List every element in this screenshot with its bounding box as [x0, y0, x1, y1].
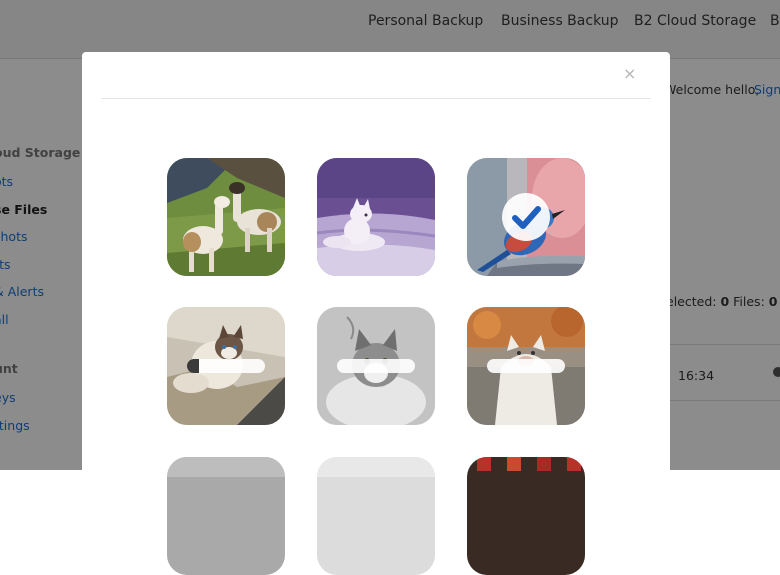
image-tile-ragdoll-cat[interactable]: [167, 307, 285, 425]
image-tile-partial-light[interactable]: [317, 457, 435, 575]
image-picker-modal: ×: [82, 52, 670, 575]
loading-progress-bar: [337, 359, 415, 373]
check-icon: [502, 193, 550, 241]
loading-progress-fill: [187, 359, 199, 373]
partial-dark-image: [467, 457, 585, 575]
image-tile-ghost-cat[interactable]: [467, 307, 585, 425]
image-tile-arctic-fox[interactable]: [317, 158, 435, 276]
alpacas-image: [167, 158, 285, 276]
loading-progress-bar: [187, 359, 265, 373]
image-tile-blue-bird[interactable]: [467, 158, 585, 276]
image-tile-partial-dark[interactable]: [467, 457, 585, 575]
arctic-fox-image: [317, 158, 435, 276]
partial-gray-image: [167, 457, 285, 575]
image-tile-tabby-cat[interactable]: [317, 307, 435, 425]
close-icon[interactable]: ×: [623, 62, 636, 86]
image-tile-alpacas[interactable]: [167, 158, 285, 276]
loading-progress-bar: [487, 359, 565, 373]
image-tile-partial-gray[interactable]: [167, 457, 285, 575]
modal-header-divider: [101, 98, 651, 99]
partial-light-image: [317, 457, 435, 575]
